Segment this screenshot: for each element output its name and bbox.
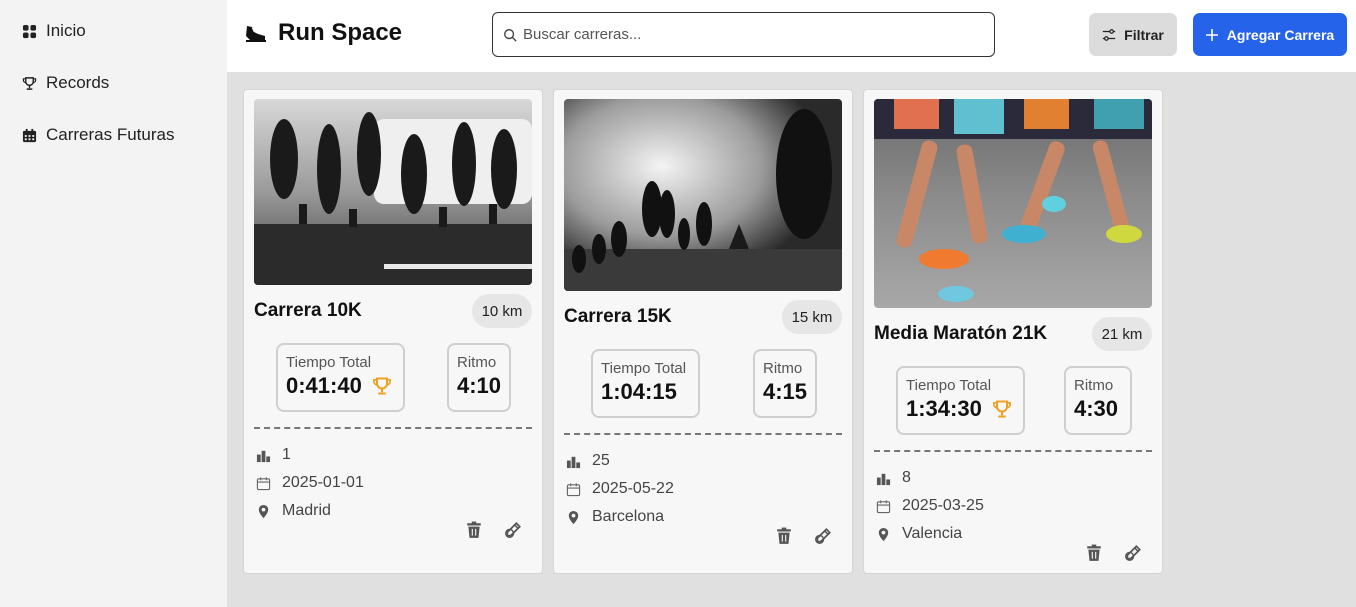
delete-icon[interactable]	[465, 521, 483, 539]
pace-label: Ritmo	[457, 354, 497, 371]
pace-label: Ritmo	[763, 360, 803, 377]
race-photo	[874, 99, 1152, 308]
location-row: Madrid	[256, 502, 331, 520]
date-row: 2025-05-22	[566, 480, 674, 498]
edit-icon[interactable]	[504, 521, 522, 539]
running-shoe-icon	[246, 26, 266, 42]
distance-badge: 21 km	[1092, 317, 1152, 351]
sidebar-item-label: Carreras Futuras	[46, 125, 175, 144]
total-time-value: 1:34:30	[906, 396, 982, 421]
top-bar: Run Space Filtrar Agregar Carrera	[227, 0, 1356, 72]
date-value: 2025-05-22	[592, 480, 674, 497]
total-time-value: 0:41:40	[286, 373, 362, 398]
location-pin-icon	[258, 504, 269, 518]
filter-label: Filtrar	[1124, 26, 1164, 43]
total-time-box: Tiempo Total 0:41:40	[276, 343, 405, 412]
trophy-icon	[22, 76, 37, 90]
position-value: 25	[592, 452, 610, 469]
race-card: Media Maratón 21K 21 km Tiempo Total 1:3…	[863, 89, 1163, 574]
race-title: Carrera 15K	[564, 306, 672, 327]
pace-value: 4:10	[457, 373, 502, 398]
total-time-box: Tiempo Total 1:34:30	[896, 366, 1025, 435]
plus-icon	[1205, 28, 1218, 41]
location-pin-icon	[878, 527, 889, 541]
search-icon	[504, 28, 517, 42]
brand[interactable]: Run Space	[244, 19, 402, 47]
calendar-icon	[566, 482, 581, 496]
search-box[interactable]	[492, 12, 995, 57]
date-value: 2025-01-01	[282, 474, 364, 491]
add-race-button[interactable]: Agregar Carrera	[1193, 13, 1347, 56]
position-row: 1	[256, 446, 291, 464]
race-title: Carrera 10K	[254, 300, 362, 321]
location-value: Barcelona	[592, 508, 665, 525]
location-value: Valencia	[902, 525, 963, 542]
pace-value: 4:30	[1074, 396, 1119, 421]
position-row: 25	[566, 452, 610, 470]
pace-box: Ritmo 4:30	[1064, 366, 1132, 435]
total-time-label: Tiempo Total	[286, 354, 372, 371]
sliders-icon	[1103, 28, 1116, 41]
trophy-icon	[372, 377, 391, 395]
distance-badge: 15 km	[782, 300, 842, 334]
divider	[874, 450, 1152, 452]
calendar-icon	[256, 476, 271, 490]
sidebar: Inicio Records Carreras Futuras	[0, 0, 227, 607]
race-card: Carrera 10K 10 km Tiempo Total 0:41:40 R…	[243, 89, 543, 574]
podium-icon	[566, 456, 581, 468]
race-photo	[564, 99, 842, 291]
position-value: 8	[902, 469, 911, 486]
delete-icon[interactable]	[775, 527, 793, 545]
search-input[interactable]	[523, 26, 983, 43]
date-row: 2025-03-25	[876, 497, 984, 515]
date-row: 2025-01-01	[256, 474, 364, 492]
location-value: Madrid	[282, 502, 331, 519]
edit-icon[interactable]	[814, 527, 832, 545]
race-title: Media Maratón 21K	[874, 323, 1048, 344]
sidebar-item-label: Records	[46, 73, 110, 92]
date-value: 2025-03-25	[902, 497, 984, 514]
position-value: 1	[282, 446, 291, 463]
sidebar-item-carreras-futuras[interactable]: Carreras Futuras	[22, 125, 174, 145]
location-row: Barcelona	[566, 508, 664, 526]
location-row: Valencia	[876, 525, 962, 543]
divider	[254, 427, 532, 429]
sidebar-item-label: Inicio	[46, 21, 86, 40]
podium-icon	[876, 473, 891, 485]
pace-box: Ritmo 4:10	[447, 343, 511, 412]
delete-icon[interactable]	[1085, 544, 1103, 562]
calendar-icon	[22, 128, 37, 142]
location-pin-icon	[568, 510, 579, 524]
pace-value: 4:15	[763, 379, 808, 404]
podium-icon	[256, 450, 271, 462]
total-time-label: Tiempo Total	[906, 377, 992, 394]
position-row: 8	[876, 469, 911, 487]
divider	[564, 433, 842, 435]
total-time-value: 1:04:15	[601, 379, 677, 404]
race-photo	[254, 99, 532, 285]
total-time-box: Tiempo Total 1:04:15	[591, 349, 700, 418]
add-race-label: Agregar Carrera	[1226, 26, 1335, 43]
trophy-icon	[992, 400, 1011, 418]
pace-label: Ritmo	[1074, 377, 1114, 394]
sidebar-item-inicio[interactable]: Inicio	[22, 21, 86, 41]
pace-box: Ritmo 4:15	[753, 349, 817, 418]
distance-badge: 10 km	[472, 294, 532, 328]
sidebar-item-records[interactable]: Records	[22, 73, 109, 93]
grid-icon	[22, 24, 37, 38]
total-time-label: Tiempo Total	[601, 360, 687, 377]
calendar-icon	[876, 499, 891, 513]
filter-button[interactable]: Filtrar	[1089, 13, 1177, 56]
edit-icon[interactable]	[1124, 544, 1142, 562]
race-card: Carrera 15K 15 km Tiempo Total 1:04:15 R…	[553, 89, 853, 574]
app-title: Run Space	[278, 19, 403, 46]
